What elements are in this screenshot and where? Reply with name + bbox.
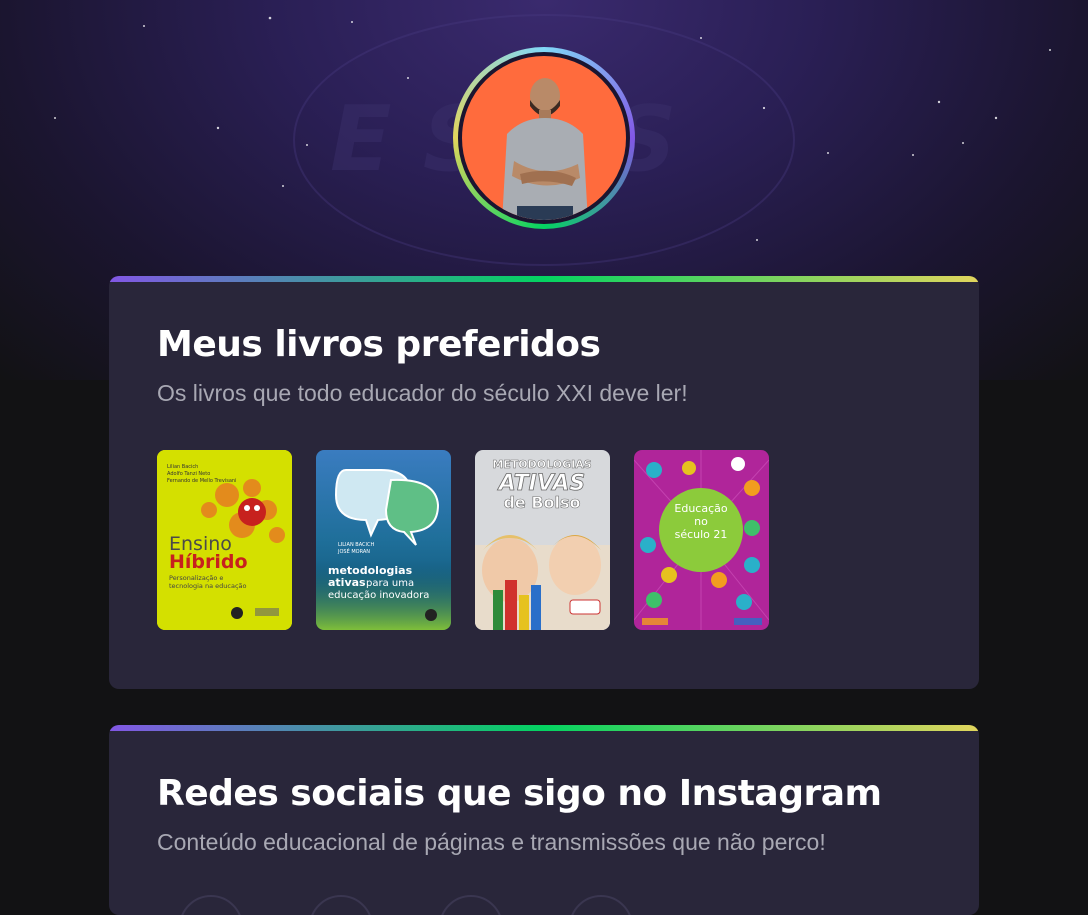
books-section-subtitle: Os livros que todo educador do século XX… (157, 380, 688, 406)
card-gradient-bar (109, 276, 979, 282)
books-section-title: Meus livros preferidos (157, 324, 601, 365)
book-cover-ensino-hibrido[interactable]: Lilian Bacich Adolfo Tanzi Neto Fernando… (157, 450, 292, 630)
book-3-title-line1: METODOLOGIAS (492, 458, 591, 471)
svg-text:JOSÉ MORAN: JOSÉ MORAN (337, 547, 370, 555)
book-3-title-line3: de Bolso (503, 493, 580, 512)
profile-avatar-ring (453, 47, 635, 229)
svg-text:tecnologia na educação: tecnologia na educação (169, 582, 247, 590)
book-cover-metodologias-ativas-de-bolso[interactable]: METODOLOGIAS ATIVAS de Bolso (475, 450, 610, 630)
social-section-title: Redes sociais que sigo no Instagram (157, 773, 882, 814)
instagram-profile-avatar[interactable] (309, 895, 373, 915)
svg-text:Adolfo Tanzi Neto: Adolfo Tanzi Neto (167, 471, 210, 477)
instagram-follows-card: Redes sociais que sigo no Instagram Cont… (109, 725, 979, 915)
social-section-subtitle: Conteúdo educacional de páginas e transm… (157, 829, 826, 855)
instagram-profile-avatar[interactable] (569, 895, 633, 915)
person-avatar-icon (458, 52, 630, 224)
svg-text:para uma: para uma (366, 578, 414, 589)
book-4-title-line2: no (694, 515, 708, 528)
favorite-books-card: Meus livros preferidos Os livros que tod… (109, 276, 979, 689)
instagram-profile-avatar[interactable] (439, 895, 503, 915)
book-4-title-line3: século 21 (675, 528, 728, 541)
svg-text:Personalização e: Personalização e (169, 574, 223, 582)
svg-text:educação inovadora: educação inovadora (328, 590, 429, 601)
book-4-title-line1: Educação (674, 502, 727, 515)
svg-text:Lilian Bacich: Lilian Bacich (167, 464, 198, 470)
book-2-title-line2: ativas (328, 576, 366, 589)
instagram-profile-avatar[interactable] (179, 895, 243, 915)
book-cover-metodologias-ativas[interactable]: LILIAN BACICH JOSÉ MORAN metodologias at… (316, 450, 451, 630)
svg-text:Fernando de Mello Trevisani: Fernando de Mello Trevisani (167, 478, 236, 484)
card-gradient-bar (109, 725, 979, 731)
book-cover-educacao-seculo-21[interactable]: Educação no século 21 (634, 450, 769, 630)
book-1-title-line2: Híbrido (169, 551, 248, 573)
svg-text:LILIAN BACICH: LILIAN BACICH (338, 542, 374, 548)
